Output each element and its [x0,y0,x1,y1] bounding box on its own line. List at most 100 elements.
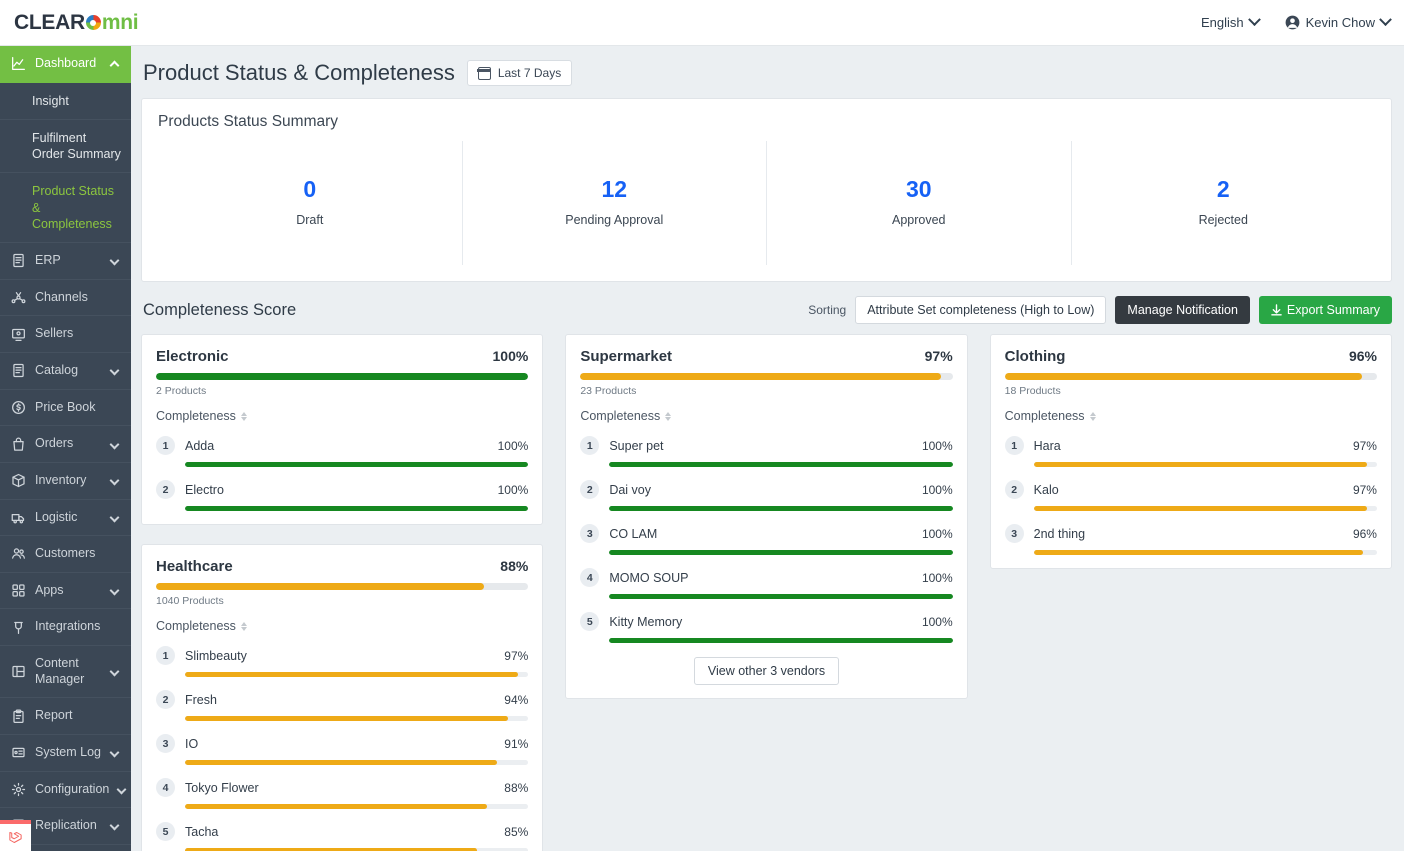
plug-icon [10,620,26,635]
sidebar-item-label: Apps [35,582,64,597]
vendor-progress-track [609,638,953,644]
app-logo[interactable]: CLEAR mni [14,11,139,35]
vendor-progress-fill [609,638,953,644]
view-other-vendors-button[interactable]: View other 3 vendors [693,657,840,686]
user-name: Kevin Chow [1305,15,1375,30]
vendor-percent: 88% [504,780,529,795]
language-selector[interactable]: English [1200,13,1261,30]
vendor-percent: 100% [497,438,529,453]
vendor-name: Electro [185,482,224,497]
sort-updown-icon [1089,411,1096,422]
completeness-sort-header[interactable]: Completeness [156,619,528,633]
vendor-row: 5 Tacha 85% [156,822,528,842]
vendor-progress-track [185,760,529,766]
sidebar-item-catalog[interactable]: Catalog [0,353,131,390]
vendor-row: 3 CO LAM 100% [580,524,953,544]
vendor-rank: 3 [1004,524,1024,544]
vendor-percent: 100% [921,570,953,585]
sidebar-item-configuration[interactable]: Configuration [0,772,131,809]
chevron-down-icon [109,439,120,450]
sidebar-item-price-book[interactable]: Price Book [0,390,131,427]
box-icon [10,473,26,488]
category-progress-track [1004,373,1377,381]
sidebar-item-system-log[interactable]: System Log [0,735,131,772]
chevron-down-icon [1379,13,1392,27]
vendor-item: 1 Super pet 100% [580,436,953,468]
completeness-sort-header[interactable]: Completeness [1005,409,1377,423]
sidebar-item-channels[interactable]: Channels [0,280,131,317]
laravel-debugbar-icon[interactable] [0,820,31,851]
sidebar-item-dashboard[interactable]: Dashboard [0,46,131,83]
sidebar-item-inventory[interactable]: Inventory [0,463,131,500]
vendor-progress-track [1033,462,1377,468]
vendor-row: 2 Electro 100% [156,480,528,500]
vendor-percent: 97% [504,648,529,663]
vendor-name: Slimbeauty [185,648,247,663]
sidebar-item-content-manager[interactable]: Content Manager [0,646,131,699]
sidebar-item-integrations[interactable]: Integrations [0,609,131,646]
vendor-item: 5 Kitty Memory 100% [580,612,953,644]
vendor-name: Tokyo Flower [185,780,259,795]
vendor-item: 2 Dai voy 100% [580,480,953,512]
user-menu[interactable]: Kevin Chow [1285,13,1392,30]
sidebar-item-label: Configuration [35,781,110,796]
sidebar-item-sellers[interactable]: Sellers [0,316,131,353]
download-arrow-icon [1271,304,1282,316]
chevron-down-icon [109,820,120,831]
bag-icon [10,437,26,452]
vendor-row: 1 Super pet 100% [580,436,953,456]
sidebar-item-logistic[interactable]: Logistic [0,500,131,537]
sidebar-item-label: Price Book [35,399,96,414]
category-progress-track [156,583,529,591]
vendor-rank: 1 [156,646,175,666]
sidebar-subitem-product-status-completeness[interactable]: Product Status & Completeness [0,173,131,244]
chevron-down-icon [116,784,127,795]
sorting-select[interactable]: Attribute Set completeness (High to Low) [855,296,1107,325]
completeness-sort-header[interactable]: Completeness [156,409,528,423]
sidebar-item-label: System Log [35,744,102,759]
seller-icon [10,327,26,342]
log-icon [10,745,26,760]
sidebar-item-apps[interactable]: Apps [0,573,131,610]
completeness-sub-label: Completeness [156,619,236,634]
vendor-rank: 3 [580,524,600,544]
vendor-progress-fill [609,506,953,512]
sidebar-item-orders[interactable]: Orders [0,426,131,463]
vendor-name: Fresh [185,692,217,707]
sidebar-item-label: Logistic [35,509,78,524]
vendor-progress-fill [185,462,529,468]
chevron-up-icon [109,60,120,71]
gear-icon [10,782,26,797]
vendor-row: 2 Kalo 97% [1004,480,1377,500]
category-name: Electronic [156,348,229,366]
language-label: English [1200,15,1244,30]
sort-updown-icon [240,621,247,632]
vendor-rank: 5 [156,822,175,842]
vendor-rank: 2 [1004,480,1024,500]
vendor-rank: 4 [580,568,600,588]
vendor-row: 3 IO 91% [156,734,528,754]
completeness-sort-header[interactable]: Completeness [580,409,952,423]
manage-notification-button[interactable]: Manage Notification [1115,296,1250,325]
nodes-icon [10,290,26,305]
cards-column-1: Electronic 100% 2 Products Completeness 1 Add… [141,334,544,851]
export-summary-button[interactable]: Export Summary [1258,296,1392,325]
date-range-picker[interactable]: Last 7 Days [466,60,573,86]
vendor-rank: 4 [156,778,175,798]
sidebar-item-customers[interactable]: Customers [0,536,131,573]
vendor-progress-track [1033,506,1377,512]
summary-label: Draft [296,213,324,228]
vendor-percent: 97% [1352,482,1377,497]
category-header: Healthcare 88% [156,558,528,575]
vendor-progress-fill [185,506,529,512]
sidebar-item-erp[interactable]: ERP [0,243,131,280]
document-icon [10,363,26,378]
summary-label: Pending Approval [565,213,664,228]
completeness-sub-label: Completeness [156,409,236,424]
page-header: Product Status & Completeness Last 7 Day… [141,46,1392,98]
sidebar-item-report[interactable]: Report [0,698,131,735]
sidebar-subitem-fulfilment-order-summary[interactable]: Fulfilment Order Summary [0,120,131,174]
sidebar-subitem-insight[interactable]: Insight [0,83,131,120]
vendor-item: 1 Hara 97% [1004,436,1377,468]
category-card-supermarket: Supermarket 97% 23 Products Completeness 1 Su… [565,334,968,700]
